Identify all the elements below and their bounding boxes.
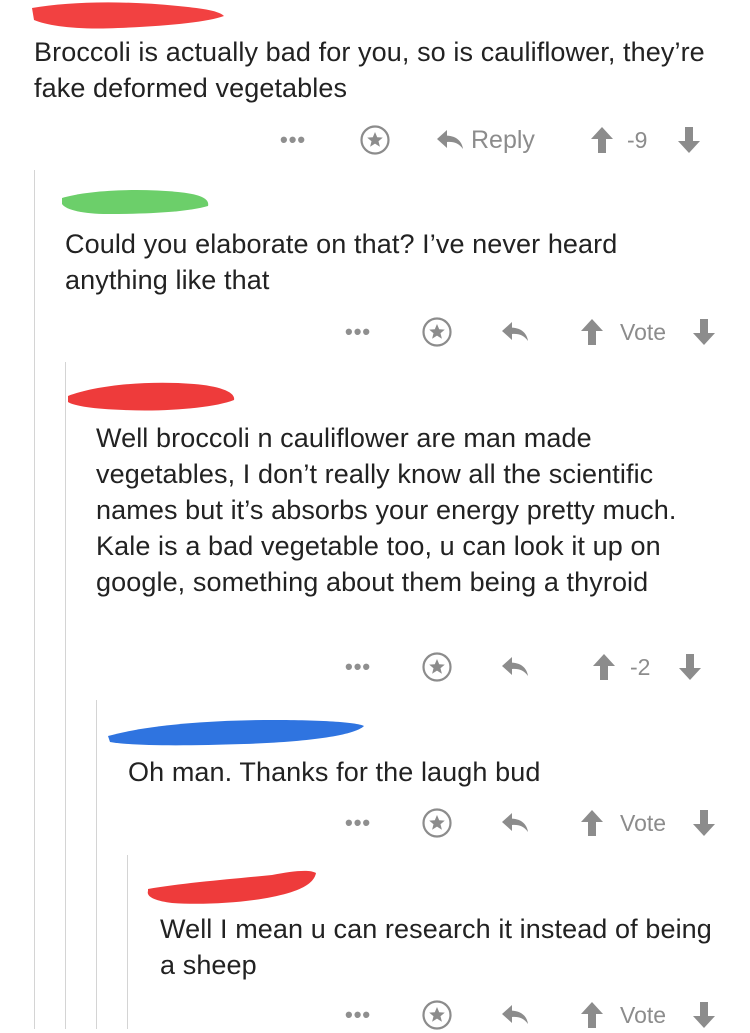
comment-5: Well I mean u can research it instead of… [0, 855, 750, 1030]
vote-score: -2 [630, 653, 651, 680]
star-icon [360, 125, 390, 155]
reply-button[interactable] [500, 805, 530, 841]
downvote-button[interactable] [677, 122, 701, 158]
comment-actions: ••• Vote [0, 997, 750, 1033]
reply-icon [502, 322, 528, 341]
reply-icon [502, 813, 528, 832]
star-icon [422, 317, 452, 347]
downvote-icon [693, 1002, 715, 1028]
upvote-icon [581, 810, 603, 836]
downvote-icon [678, 127, 700, 153]
downvote-button[interactable] [692, 805, 716, 841]
recommend-button[interactable] [422, 805, 452, 841]
recommend-button[interactable] [422, 649, 452, 685]
reply-icon [502, 657, 528, 676]
username-redaction [147, 870, 316, 904]
recommend-button[interactable] [422, 314, 452, 350]
vote-label: Vote [620, 1001, 667, 1028]
comment-actions: ••• Vote [0, 314, 750, 350]
reply-button[interactable] [500, 997, 530, 1033]
upvote-button[interactable] [580, 805, 604, 841]
comment-actions: ••• -2 [0, 649, 750, 685]
vote-label: Vote [620, 318, 667, 345]
reply-button[interactable] [500, 649, 530, 685]
comment-body: Could you elaborate on that? I’ve never … [65, 229, 618, 295]
downvote-button[interactable] [692, 314, 716, 350]
upvote-icon [593, 654, 615, 680]
more-options-button[interactable]: ••• [345, 805, 371, 841]
upvote-icon [581, 1002, 603, 1028]
star-icon [422, 652, 452, 682]
username-redaction [32, 2, 224, 29]
more-options-button[interactable]: ••• [345, 649, 371, 685]
downvote-button[interactable] [678, 649, 702, 685]
comment-actions: ••• Reply -9 [0, 122, 750, 158]
reply-button[interactable] [500, 314, 530, 350]
reply-icon [502, 1005, 528, 1024]
upvote-button[interactable] [580, 997, 604, 1033]
reply-icon [437, 130, 463, 149]
comment-2: Could you elaborate on that? I’ve never … [0, 170, 750, 362]
recommend-button[interactable] [422, 997, 452, 1033]
vote-label: Vote [620, 809, 667, 836]
upvote-icon [591, 127, 613, 153]
reply-label: Reply [471, 125, 535, 154]
username-redaction [62, 190, 209, 214]
username-redaction [68, 382, 235, 411]
comment-body: Well I mean u can research it instead of… [160, 914, 712, 980]
star-icon [422, 1000, 452, 1030]
downvote-icon [679, 654, 701, 680]
downvote-icon [693, 810, 715, 836]
upvote-icon [581, 319, 603, 345]
upvote-button[interactable] [580, 314, 604, 350]
downvote-icon [693, 319, 715, 345]
comment-4: Oh man. Thanks for the laugh bud ••• Vot… [0, 700, 750, 855]
comment-1: Broccoli is actually bad for you, so is … [0, 0, 750, 170]
comment-actions: ••• Vote [0, 805, 750, 841]
downvote-button[interactable] [692, 997, 716, 1033]
vote-score: -9 [627, 126, 648, 153]
upvote-button[interactable] [592, 649, 616, 685]
comment-body: Oh man. Thanks for the laugh bud [128, 757, 541, 787]
more-options-button[interactable]: ••• [345, 314, 371, 350]
reply-button[interactable]: Reply [435, 122, 535, 158]
more-options-button[interactable]: ••• [280, 122, 306, 158]
upvote-button[interactable] [590, 122, 614, 158]
comment-body: Broccoli is actually bad for you, so is … [34, 37, 705, 103]
comment-body: Well broccoli n cauliflower are man made… [96, 423, 677, 597]
more-options-button[interactable]: ••• [345, 997, 371, 1033]
recommend-button[interactable] [360, 122, 390, 158]
star-icon [422, 808, 452, 838]
username-redaction [108, 720, 364, 746]
comment-3: Well broccoli n cauliflower are man made… [0, 362, 750, 700]
